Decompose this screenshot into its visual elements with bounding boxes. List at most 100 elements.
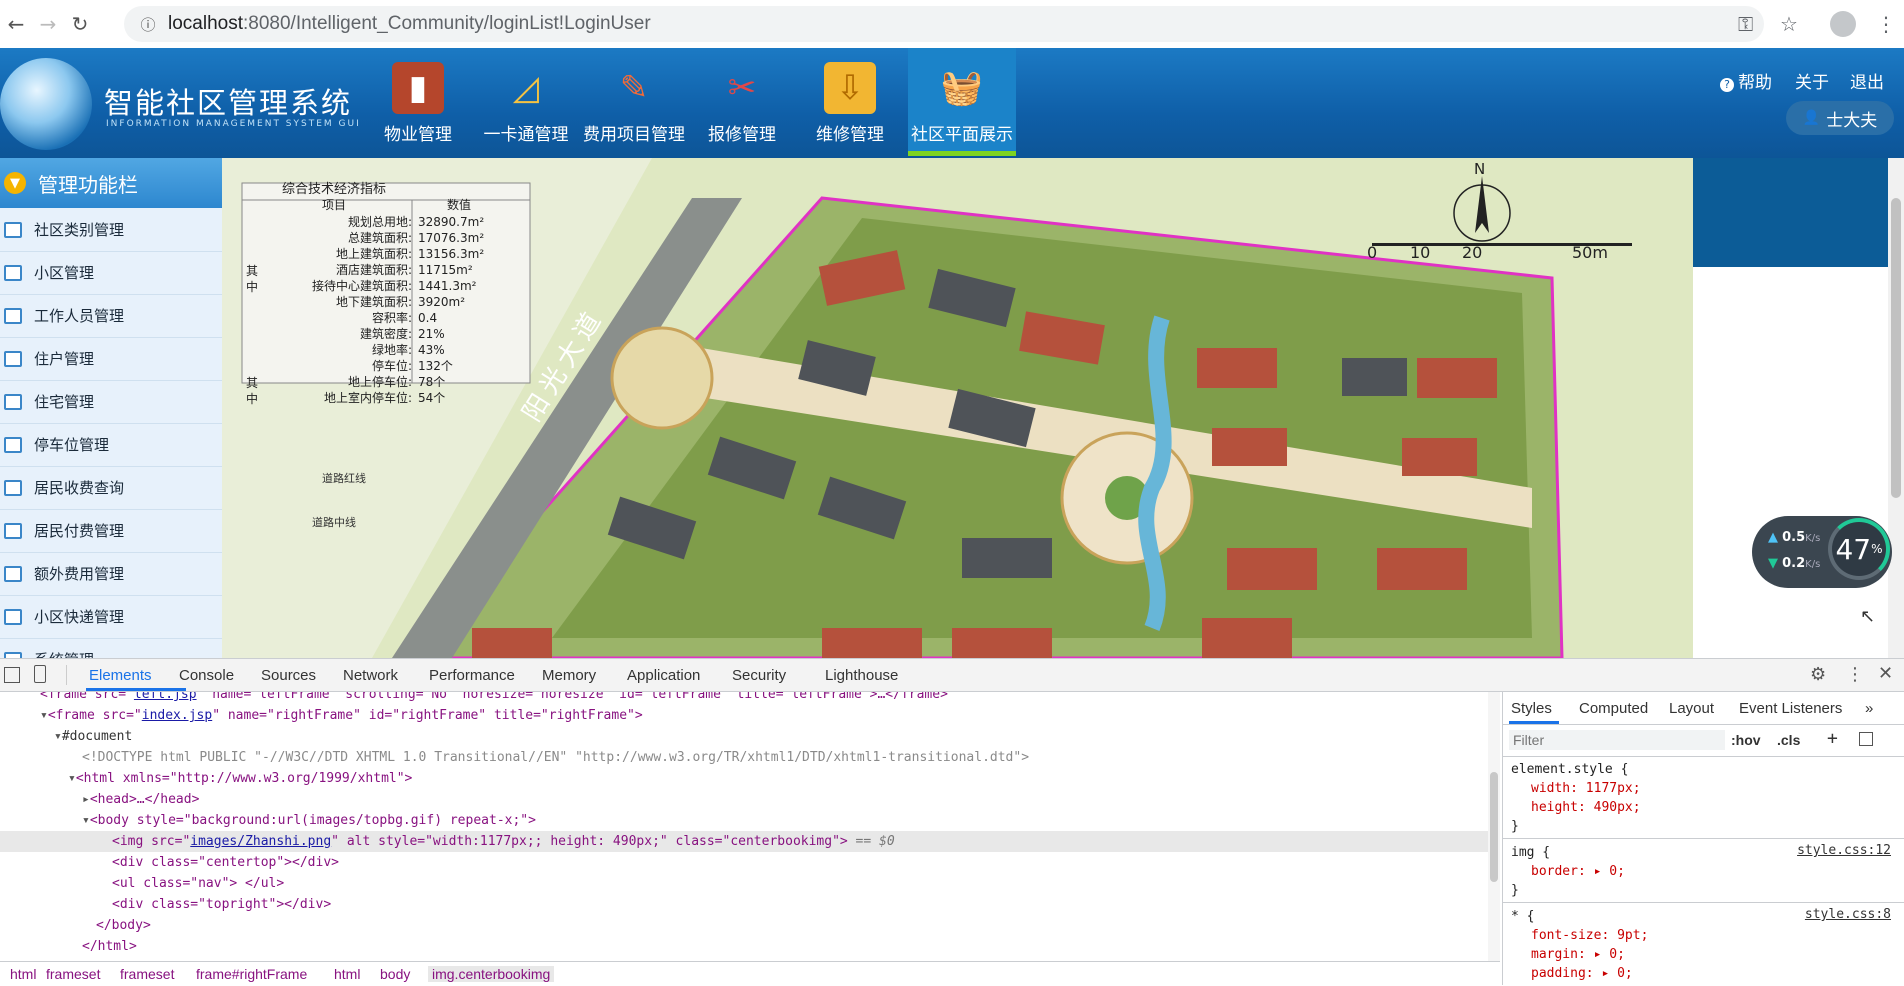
logout-link[interactable]: 退出 [1850,68,1884,93]
tab-memory[interactable]: Memory [542,667,596,684]
sidebar-header[interactable]: ▼ 管理功能栏 [0,158,222,208]
sidebar-item[interactable]: 住户管理 [0,337,222,381]
rule-element-style-selector[interactable]: element.style { [1511,760,1628,779]
address-bar[interactable]: ⓘ localhost:8080/Intelligent_Community/l… [124,6,1764,42]
about-link[interactable]: 关于 [1795,68,1829,93]
rule-prop-margin[interactable]: margin: ▸ 0; [1531,945,1625,964]
elements-scrollbar[interactable] [1488,692,1500,962]
more-vert-icon[interactable]: ⋮ [1846,664,1864,685]
page-scrollbar[interactable] [1888,158,1904,658]
scrollbar-thumb[interactable] [1490,772,1498,882]
inspect-element-icon[interactable] [4,667,20,683]
crumb-frame-rightframe[interactable]: frame#rightFrame [196,966,307,982]
menu-report-repair[interactable]: ✂ 报修管理 [688,48,796,156]
back-arrow-icon[interactable]: ← [2,10,30,38]
info-icon[interactable]: ⓘ [134,14,162,35]
sidebar-item[interactable]: 住宅管理 [0,380,222,424]
dom-node-document[interactable]: ▾#document [54,726,132,747]
device-toggle-icon[interactable] [34,665,46,683]
tab-elements[interactable]: Elements [89,667,152,684]
scrollbar-thumb[interactable] [1891,198,1901,498]
dom-node-img-selected[interactable]: <img src="images/Zhanshi.png" alt style=… [0,831,1488,852]
tab-event-listeners[interactable]: Event Listeners [1739,700,1842,717]
forward-arrow-icon[interactable]: → [34,10,62,38]
styles-filter-input[interactable] [1509,730,1725,750]
tab-styles[interactable]: Styles [1511,700,1552,717]
key-icon[interactable]: ⚿ [1738,12,1753,36]
menu-label: 报修管理 [708,125,776,145]
rule-prop-font-size[interactable]: font-size: 9pt; [1531,926,1648,945]
dom-node-html-close[interactable]: </html> [82,936,137,957]
menu-fee-items[interactable]: ✎ 费用项目管理 [580,48,688,156]
crumb-html[interactable]: html [10,966,36,982]
tab-application[interactable]: Application [627,667,700,684]
crumb-frameset[interactable]: frameset [120,966,174,982]
dom-node-head[interactable]: ▸<head>…</head> [82,789,199,810]
expand-triangle-icon[interactable]: ▾ [40,708,48,723]
rule-img-selector[interactable]: img { [1511,843,1550,862]
double-chevron-icon[interactable]: » [1865,700,1873,717]
menu-property[interactable]: ▮ 物业管理 [364,48,472,156]
dom-node-nav[interactable]: <ul class="nav"> </ul> [112,873,284,894]
dom-node-right-frame[interactable]: ▾<frame src="index.jsp" name="rightFrame… [40,705,643,726]
sidebar-item[interactable]: 额外费用管理 [0,552,222,596]
sidebar-item[interactable]: 停车位管理 [0,423,222,467]
tab-performance[interactable]: Performance [429,667,515,684]
dom-node-body[interactable]: ▾<body style="background:url(images/topb… [82,810,536,831]
sidebar-item[interactable]: 系统管理 [0,638,222,658]
tab-computed[interactable]: Computed [1579,700,1648,717]
more-vert-icon[interactable]: ⋮ [1876,12,1896,36]
reload-icon[interactable]: ↻ [66,10,94,38]
rule-prop-padding[interactable]: padding: ▸ 0; [1531,964,1633,983]
tab-layout[interactable]: Layout [1669,700,1714,717]
sidebar-item[interactable]: 社区类别管理 [0,208,222,252]
sidebar-item[interactable]: 工作人员管理 [0,294,222,338]
expand-triangle-icon[interactable]: ▾ [68,771,76,786]
tab-sources[interactable]: Sources [261,667,316,684]
sidebar-item[interactable]: 小区快递管理 [0,595,222,639]
crumb-body[interactable]: body [380,966,410,982]
expand-triangle-icon[interactable]: ▾ [54,729,62,744]
tab-network[interactable]: Network [343,667,398,684]
tab-console[interactable]: Console [179,667,234,684]
sidebar-item[interactable]: 小区管理 [0,251,222,295]
crumb-html[interactable]: html [334,966,360,982]
rule-img-source-link[interactable]: style.css:12 [1797,843,1891,858]
menu-community-plan[interactable]: 🧺 社区平面展示 [908,48,1016,156]
collapse-triangle-icon[interactable]: ▸ [82,792,90,807]
dom-link[interactable]: left.jsp [134,692,197,702]
hov-toggle[interactable]: :hov [1731,732,1761,748]
dom-node-topright[interactable]: <div class="topright"></div> [112,894,331,915]
network-speed-widget[interactable]: ▲ 0.5K/s ▼ 0.2K/s 47% [1752,516,1892,588]
tab-security[interactable]: Security [732,667,786,684]
dom-link[interactable]: images/Zhanshi.png [190,834,331,849]
rule-prop-height[interactable]: height: 490px; [1531,798,1641,817]
profile-avatar-icon[interactable] [1830,11,1856,37]
rule-prop-width[interactable]: width: 1177px; [1531,779,1641,798]
star-icon[interactable]: ☆ [1780,12,1798,36]
menu-card[interactable]: ◿ 一卡通管理 [472,48,580,156]
crumb-frameset[interactable]: frameset [46,966,100,982]
user-badge[interactable]: 👤 士大夫 [1786,101,1894,135]
dom-node-left-frame[interactable]: <frame src="left.jsp" name="leftFrame" s… [40,692,948,705]
sidebar-item[interactable]: 居民收费查询 [0,466,222,510]
cls-toggle[interactable]: .cls [1777,732,1800,748]
sidebar-item[interactable]: 居民付费管理 [0,509,222,553]
gear-icon[interactable]: ⚙ [1810,664,1826,685]
crumb-img-centerbookimg[interactable]: img.centerbookimg [428,966,555,982]
expand-triangle-icon[interactable]: ▾ [82,813,90,828]
sidebar-toggle-icon[interactable] [1859,732,1873,746]
rule-universal-source-link[interactable]: style.css:8 [1805,907,1891,922]
dom-link[interactable]: index.jsp [142,708,212,723]
dom-node-body-close[interactable]: </body> [96,915,151,936]
dom-node-doctype[interactable]: <!DOCTYPE html PUBLIC "-//W3C//DTD XHTML… [82,747,1029,768]
tab-lighthouse[interactable]: Lighthouse [825,667,898,684]
help-link[interactable]: ? 帮助 [1720,68,1772,93]
rule-universal-selector[interactable]: * { [1511,907,1534,926]
menu-maintenance[interactable]: ⇩ 维修管理 [796,48,904,156]
rule-prop-border[interactable]: border: ▸ 0; [1531,862,1625,881]
add-rule-icon[interactable]: + [1827,728,1838,749]
dom-node-html[interactable]: ▾<html xmlns="http://www.w3.org/1999/xht… [68,768,412,789]
close-icon[interactable]: ✕ [1878,663,1893,684]
dom-node-centertop[interactable]: <div class="centertop"></div> [112,852,339,873]
